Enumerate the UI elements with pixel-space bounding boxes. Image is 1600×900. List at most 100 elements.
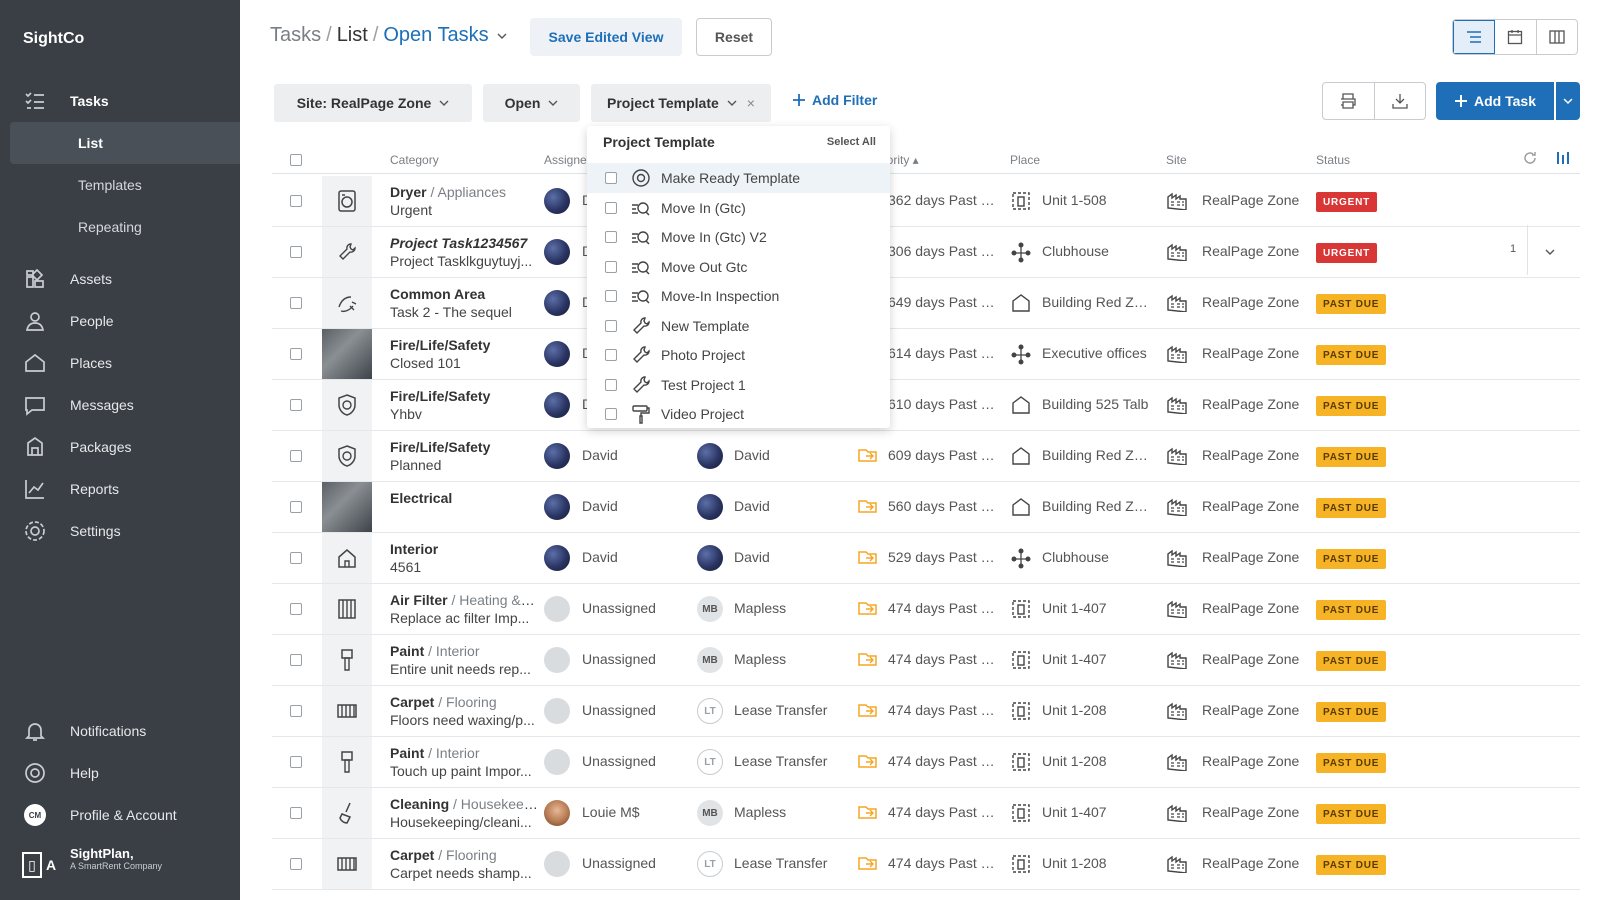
table-row[interactable]: Electrical David David 560 days Past Due Bui… (272, 482, 1580, 533)
table-row[interactable]: Common AreaTask 2 - The sequelD649 days … (272, 278, 1580, 329)
assignee-name[interactable]: David (582, 549, 618, 565)
sidebar-item-people[interactable]: People (0, 300, 240, 342)
row-checkbox[interactable] (290, 807, 302, 819)
task-site[interactable]: RealPage Zone (1202, 447, 1299, 463)
reporter-name[interactable]: Mapless (734, 651, 786, 667)
option-checkbox[interactable] (605, 349, 617, 361)
add-task-menu-button[interactable] (1556, 82, 1580, 120)
task-category[interactable]: Paint / Interior (390, 745, 538, 761)
sidebar-item-tasks[interactable]: Tasks (0, 80, 240, 122)
task-place[interactable]: Unit 1-407 (1042, 651, 1154, 667)
expand-row-icon[interactable] (1544, 244, 1556, 262)
row-checkbox[interactable] (290, 603, 302, 615)
assignee-name[interactable]: Unassigned (582, 702, 656, 718)
task-category[interactable]: Fire/Life/Safety (390, 388, 538, 404)
reporter-name[interactable]: Lease Transfer (734, 753, 827, 769)
option-checkbox[interactable] (605, 172, 617, 184)
reset-button[interactable]: Reset (696, 18, 772, 56)
sidebar-item-reports[interactable]: Reports (0, 468, 240, 510)
task-category[interactable]: Fire/Life/Safety (390, 439, 538, 455)
row-checkbox[interactable] (290, 246, 302, 258)
assignee-name[interactable]: David (582, 498, 618, 514)
dropdown-option[interactable]: Move-In Inspection (587, 281, 890, 311)
dropdown-option[interactable]: Make Ready Template (587, 163, 890, 193)
reporter-name[interactable]: Lease Transfer (734, 702, 827, 718)
sidebar-item-places[interactable]: Places (0, 342, 240, 384)
task-category[interactable]: Carpet / Flooring (390, 847, 538, 863)
task-site[interactable]: RealPage Zone (1202, 600, 1299, 616)
sidebar-item-notifications[interactable]: Notifications (0, 710, 240, 752)
task-place[interactable]: Unit 1-208 (1042, 753, 1154, 769)
filter-site[interactable]: Site: RealPage Zone (274, 84, 472, 122)
task-place[interactable]: Unit 1-407 (1042, 600, 1154, 616)
row-checkbox[interactable] (290, 756, 302, 768)
view-selector[interactable]: Open Tasks (383, 24, 488, 47)
reporter-name[interactable]: Lease Transfer (734, 855, 827, 871)
sidebar-item-packages[interactable]: Packages (0, 426, 240, 468)
option-checkbox[interactable] (605, 378, 617, 391)
download-icon[interactable] (1375, 83, 1426, 119)
task-category[interactable]: Paint / Interior (390, 643, 538, 659)
task-category[interactable]: Dryer / Appliances (390, 184, 538, 200)
option-checkbox[interactable] (605, 290, 617, 302)
task-site[interactable]: RealPage Zone (1202, 396, 1299, 412)
remove-filter-icon[interactable]: × (747, 95, 755, 111)
sidebar-subitem-templates[interactable]: Templates (10, 164, 240, 206)
option-checkbox[interactable] (605, 231, 617, 243)
task-site[interactable]: RealPage Zone (1202, 855, 1299, 871)
reporter-name[interactable]: David (734, 447, 770, 463)
dropdown-option[interactable]: Move In (Gtc) (587, 193, 890, 223)
task-site[interactable]: RealPage Zone (1202, 498, 1299, 514)
dropdown-option[interactable]: Photo Project (587, 340, 890, 370)
board-view-icon[interactable] (1537, 20, 1577, 54)
task-place[interactable]: Building Red Zone (1042, 498, 1154, 514)
reporter-name[interactable]: David (734, 498, 770, 514)
task-site[interactable]: RealPage Zone (1202, 651, 1299, 667)
dropdown-option[interactable]: Move In (Gtc) V2 (587, 222, 890, 252)
column-status[interactable]: Status (1316, 153, 1350, 167)
filter-status[interactable]: Open (483, 84, 580, 122)
sidebar-item-messages[interactable]: Messages (0, 384, 240, 426)
column-site[interactable]: Site (1166, 153, 1187, 167)
row-checkbox[interactable] (290, 705, 302, 717)
row-checkbox[interactable] (290, 858, 302, 870)
dropdown-option[interactable]: Video Project (587, 399, 890, 429)
save-edited-view-button[interactable]: Save Edited View (530, 18, 682, 56)
sidebar-subitem-list[interactable]: List (10, 122, 240, 164)
task-place[interactable]: Unit 1-407 (1042, 804, 1154, 820)
sidebar-item-settings[interactable]: Settings (0, 510, 240, 552)
table-row[interactable]: Carpet / Flooring Floors need waxing/p...… (272, 686, 1580, 737)
task-place[interactable]: Building Red Zone (1042, 294, 1154, 310)
task-site[interactable]: RealPage Zone (1202, 345, 1299, 361)
task-site[interactable]: RealPage Zone (1202, 243, 1299, 259)
assignee-name[interactable]: Louie M$ (582, 804, 640, 820)
table-row[interactable]: Fire/Life/SafetyYhbvD610 days Past DueBu… (272, 380, 1580, 431)
column-settings-icon[interactable] (1556, 150, 1570, 169)
option-checkbox[interactable] (605, 319, 617, 332)
task-category[interactable]: Interior (390, 541, 538, 557)
option-checkbox[interactable] (605, 408, 617, 420)
task-place[interactable]: Unit 1-508 (1042, 192, 1154, 208)
refresh-icon[interactable] (1522, 150, 1538, 169)
task-site[interactable]: RealPage Zone (1202, 549, 1299, 565)
assignee-name[interactable]: Unassigned (582, 753, 656, 769)
option-checkbox[interactable] (605, 260, 617, 273)
breadcrumb-list[interactable]: List (337, 24, 368, 47)
row-checkbox[interactable] (290, 450, 302, 462)
row-checkbox[interactable] (290, 348, 302, 360)
assignee-name[interactable]: Unassigned (582, 651, 656, 667)
task-category[interactable]: Cleaning / Housekeeping (390, 796, 538, 812)
select-all-link[interactable]: Select All (827, 136, 876, 148)
sidebar-item-help[interactable]: Help (0, 752, 240, 794)
table-row[interactable]: Interior 4561 David David 529 days Past Due C… (272, 533, 1580, 584)
row-checkbox[interactable] (290, 399, 302, 411)
dropdown-option[interactable]: Move Out Gtc (587, 252, 890, 282)
sidebar-item-assets[interactable]: Assets (0, 258, 240, 300)
sidebar-subitem-repeating[interactable]: Repeating (10, 206, 240, 248)
task-place[interactable]: Building 525 Talb (1042, 396, 1154, 412)
calendar-view-icon[interactable] (1495, 20, 1537, 54)
task-place[interactable]: Unit 1-208 (1042, 855, 1154, 871)
assignee-name[interactable]: David (582, 447, 618, 463)
task-place[interactable]: Unit 1-208 (1042, 702, 1154, 718)
task-site[interactable]: RealPage Zone (1202, 192, 1299, 208)
